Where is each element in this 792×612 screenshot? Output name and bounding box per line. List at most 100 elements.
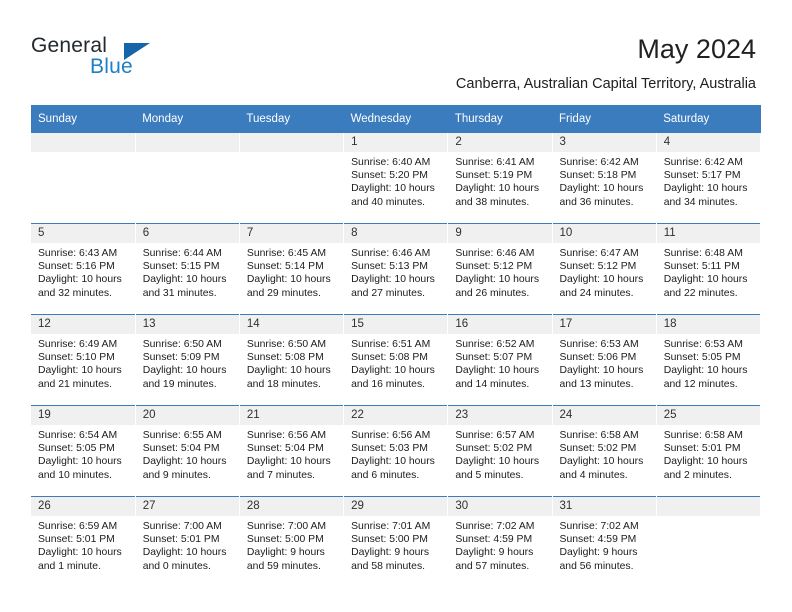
- day-details: Sunrise: 6:40 AM Sunset: 5:20 PM Daylight:…: [344, 152, 447, 209]
- day-number: 12: [31, 315, 135, 334]
- sunrise-text: Sunrise: 6:59 AM: [38, 521, 118, 532]
- calendar-day-cell[interactable]: 28 Sunrise: 7:00 AM Sunset: 5:00 PM Dayligh…: [239, 496, 345, 587]
- day-details: Sunrise: 7:01 AM Sunset: 5:00 PM Daylight:…: [344, 516, 447, 573]
- day-number: 21: [239, 406, 344, 425]
- calendar-day-cell[interactable]: 31 Sunrise: 7:02 AM Sunset: 4:59 PM Dayligh…: [552, 496, 657, 587]
- general-blue-logo[interactable]: General Blue: [31, 34, 211, 84]
- calendar-day-cell[interactable]: 22 Sunrise: 6:56 AM Sunset: 5:03 PM Dayligh…: [343, 405, 449, 497]
- sunset-text: Sunset: 5:00 PM: [246, 534, 324, 546]
- daylight-text: Daylight: 9 hours and 56 minutes.: [559, 547, 638, 572]
- day-number: 7: [239, 224, 344, 243]
- day-details: Sunrise: 6:49 AM Sunset: 5:10 PM Daylight:…: [31, 334, 135, 391]
- day-details: Sunrise: 6:50 AM Sunset: 5:08 PM Daylight:…: [240, 334, 343, 391]
- calendar-day-cell[interactable]: 11 Sunrise: 6:48 AM Sunset: 5:11 PM Dayligh…: [656, 223, 762, 315]
- calendar-day-cell[interactable]: 6 Sunrise: 6:44 AM Sunset: 5:15 PM Daylight…: [135, 223, 240, 315]
- calendar-day-cell[interactable]: 18 Sunrise: 6:53 AM Sunset: 5:05 PM Dayligh…: [656, 314, 762, 406]
- calendar-day-cell[interactable]: 27 Sunrise: 7:00 AM Sunset: 5:01 PM Dayligh…: [135, 496, 240, 587]
- day-details: Sunrise: 7:02 AM Sunset: 4:59 PM Daylight:…: [553, 516, 656, 573]
- daylight-text: Daylight: 10 hours and 14 minutes.: [455, 365, 540, 390]
- calendar-cell-empty: [31, 133, 136, 224]
- sunrise-text: Sunrise: 6:51 AM: [351, 339, 431, 350]
- day-number: 15: [344, 315, 448, 334]
- weekday-header-wednesday: Wednesday: [343, 105, 448, 133]
- calendar-day-cell[interactable]: 12 Sunrise: 6:49 AM Sunset: 5:10 PM Dayligh…: [31, 314, 136, 406]
- day-number: 22: [344, 406, 448, 425]
- calendar-day-cell[interactable]: 2 Sunrise: 6:41 AM Sunset: 5:19 PM Daylight…: [447, 133, 553, 224]
- day-details: Sunrise: 6:53 AM Sunset: 5:06 PM Daylight:…: [553, 334, 656, 391]
- sunset-text: Sunset: 4:59 PM: [455, 534, 533, 546]
- calendar-page: General Blue May 2024 Canberra, Australi…: [0, 0, 792, 612]
- sunrise-text: Sunrise: 6:46 AM: [351, 248, 431, 259]
- calendar-day-cell[interactable]: 8 Sunrise: 6:46 AM Sunset: 5:13 PM Daylight…: [343, 223, 449, 315]
- calendar-day-cell[interactable]: 29 Sunrise: 7:01 AM Sunset: 5:00 PM Dayligh…: [343, 496, 449, 587]
- day-number: 9: [448, 224, 552, 243]
- calendar-day-cell[interactable]: 4 Sunrise: 6:42 AM Sunset: 5:17 PM Daylight…: [656, 133, 762, 224]
- sunrise-text: Sunrise: 6:53 AM: [663, 339, 743, 350]
- day-number: 20: [135, 406, 239, 425]
- day-number: 4: [656, 133, 760, 152]
- day-number: 29: [344, 497, 448, 516]
- day-details: Sunrise: 6:56 AM Sunset: 5:04 PM Daylight:…: [240, 425, 343, 482]
- sunrise-text: Sunrise: 6:41 AM: [455, 157, 535, 168]
- sunset-text: Sunset: 5:13 PM: [351, 261, 428, 273]
- day-number: 11: [656, 224, 760, 243]
- sunset-text: Sunset: 5:04 PM: [142, 443, 220, 455]
- calendar-day-cell[interactable]: 9 Sunrise: 6:46 AM Sunset: 5:12 PM Daylight…: [447, 223, 553, 315]
- calendar-day-cell[interactable]: 1 Sunrise: 6:40 AM Sunset: 5:20 PM Daylight…: [343, 133, 449, 224]
- sunrise-text: Sunrise: 6:48 AM: [663, 248, 743, 259]
- weekday-header-saturday: Saturday: [656, 105, 761, 133]
- sunrise-text: Sunrise: 6:58 AM: [559, 430, 639, 441]
- day-details: Sunrise: 6:55 AM Sunset: 5:04 PM Daylight:…: [136, 425, 239, 482]
- day-details: Sunrise: 6:47 AM Sunset: 5:12 PM Daylight:…: [553, 243, 656, 300]
- day-number: 26: [31, 497, 135, 516]
- sunset-text: Sunset: 5:05 PM: [38, 443, 115, 455]
- day-details: Sunrise: 6:46 AM Sunset: 5:12 PM Daylight:…: [448, 243, 551, 300]
- calendar-day-cell[interactable]: 30 Sunrise: 7:02 AM Sunset: 4:59 PM Dayligh…: [447, 496, 553, 587]
- calendar-day-cell[interactable]: 26 Sunrise: 6:59 AM Sunset: 5:01 PM Dayligh…: [31, 496, 136, 587]
- calendar-day-cell[interactable]: 5 Sunrise: 6:43 AM Sunset: 5:16 PM Daylight…: [31, 223, 136, 315]
- calendar-day-cell[interactable]: 13 Sunrise: 6:50 AM Sunset: 5:09 PM Dayligh…: [135, 314, 240, 406]
- calendar-cell-empty: [135, 133, 240, 224]
- calendar-day-cell[interactable]: 16 Sunrise: 6:52 AM Sunset: 5:07 PM Dayligh…: [447, 314, 553, 406]
- daylight-text: Daylight: 10 hours and 19 minutes.: [142, 365, 227, 390]
- sunrise-text: Sunrise: 6:42 AM: [559, 157, 639, 168]
- calendar-day-cell[interactable]: 23 Sunrise: 6:57 AM Sunset: 5:02 PM Dayligh…: [447, 405, 553, 497]
- sunset-text: Sunset: 5:10 PM: [38, 352, 115, 364]
- calendar-day-cell[interactable]: 17 Sunrise: 6:53 AM Sunset: 5:06 PM Dayligh…: [552, 314, 657, 406]
- calendar-day-cell[interactable]: 24 Sunrise: 6:58 AM Sunset: 5:02 PM Dayligh…: [552, 405, 657, 497]
- calendar-day-cell[interactable]: 14 Sunrise: 6:50 AM Sunset: 5:08 PM Dayligh…: [239, 314, 345, 406]
- daylight-text: Daylight: 10 hours and 16 minutes.: [351, 365, 435, 390]
- calendar-day-cell[interactable]: 19 Sunrise: 6:54 AM Sunset: 5:05 PM Dayligh…: [31, 405, 136, 497]
- day-details: Sunrise: 7:00 AM Sunset: 5:01 PM Daylight:…: [136, 516, 239, 573]
- daylight-text: Daylight: 9 hours and 58 minutes.: [351, 547, 430, 572]
- day-details: Sunrise: 6:52 AM Sunset: 5:07 PM Daylight:…: [448, 334, 551, 391]
- sunrise-text: Sunrise: 7:00 AM: [142, 521, 222, 532]
- daylight-text: Daylight: 10 hours and 36 minutes.: [559, 183, 644, 208]
- calendar-day-cell[interactable]: 21 Sunrise: 6:56 AM Sunset: 5:04 PM Dayligh…: [239, 405, 345, 497]
- calendar-day-cell[interactable]: 7 Sunrise: 6:45 AM Sunset: 5:14 PM Daylight…: [239, 223, 345, 315]
- calendar-day-cell[interactable]: 3 Sunrise: 6:42 AM Sunset: 5:18 PM Daylight…: [552, 133, 657, 224]
- daylight-text: Daylight: 10 hours and 7 minutes.: [246, 456, 331, 481]
- calendar-day-cell[interactable]: 25 Sunrise: 6:58 AM Sunset: 5:01 PM Dayligh…: [656, 405, 762, 497]
- daylight-text: Daylight: 10 hours and 22 minutes.: [663, 274, 748, 299]
- sunset-text: Sunset: 5:19 PM: [455, 170, 533, 182]
- calendar-day-cell[interactable]: 10 Sunrise: 6:47 AM Sunset: 5:12 PM Dayligh…: [552, 223, 657, 315]
- day-details: Sunrise: 7:00 AM Sunset: 5:00 PM Daylight:…: [240, 516, 343, 573]
- day-details: Sunrise: 6:45 AM Sunset: 5:14 PM Daylight:…: [240, 243, 343, 300]
- sunset-text: Sunset: 5:02 PM: [455, 443, 533, 455]
- calendar-day-cell[interactable]: 20 Sunrise: 6:55 AM Sunset: 5:04 PM Dayligh…: [135, 405, 240, 497]
- daylight-text: Daylight: 9 hours and 59 minutes.: [246, 547, 325, 572]
- sunrise-text: Sunrise: 6:47 AM: [559, 248, 639, 259]
- day-number: 3: [552, 133, 656, 152]
- day-number: 31: [552, 497, 656, 516]
- sunrise-text: Sunrise: 6:43 AM: [38, 248, 118, 259]
- daylight-text: Daylight: 10 hours and 10 minutes.: [38, 456, 122, 481]
- sunrise-text: Sunrise: 6:56 AM: [246, 430, 327, 441]
- day-number: 8: [344, 224, 448, 243]
- sunrise-text: Sunrise: 7:00 AM: [246, 521, 327, 532]
- sunrise-text: Sunrise: 7:01 AM: [351, 521, 431, 532]
- calendar-day-cell[interactable]: 15 Sunrise: 6:51 AM Sunset: 5:08 PM Dayligh…: [343, 314, 449, 406]
- sunset-text: Sunset: 5:01 PM: [38, 534, 115, 546]
- daylight-text: Daylight: 10 hours and 6 minutes.: [351, 456, 435, 481]
- day-number: 23: [448, 406, 552, 425]
